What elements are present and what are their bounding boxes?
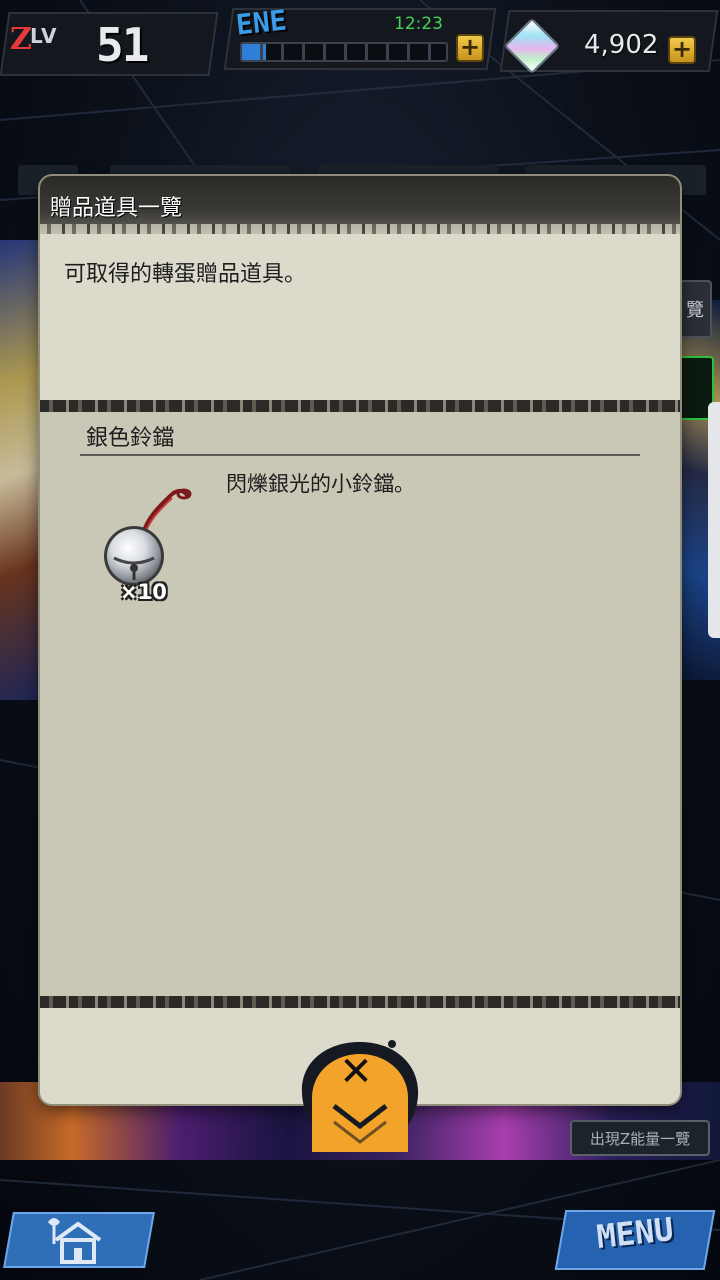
side-tab-label: 覽 bbox=[686, 300, 704, 321]
modal-description-area: 可取得的轉蛋贈品道具。 bbox=[40, 234, 680, 400]
energy-timer: 12:23 bbox=[394, 14, 443, 34]
item-quantity: ×10 bbox=[120, 580, 167, 604]
side-tab-list[interactable]: 覽 bbox=[678, 280, 712, 338]
close-button[interactable]: ✕ bbox=[294, 1034, 426, 1154]
energy-plus-button[interactable]: + bbox=[456, 34, 484, 62]
stones-count: 4,902 bbox=[584, 30, 659, 60]
close-icon: ✕ bbox=[339, 1049, 373, 1095]
z-power-list-label: 出現Z能量一覽 bbox=[589, 1129, 691, 1148]
home-icon bbox=[48, 1218, 102, 1264]
item-description: 閃爍銀光的小鈴鐺。 bbox=[226, 472, 415, 496]
level-value: 51 bbox=[96, 18, 149, 72]
energy-label: ENE bbox=[234, 3, 289, 42]
modal-title: 贈品道具一覽 bbox=[50, 196, 183, 221]
item-list-panel[interactable]: 銀色鈴鐺 閃爍銀光的小鈴鐺。 ×10 bbox=[40, 412, 680, 996]
z-power-list-button[interactable]: 出現Z能量一覽 bbox=[570, 1120, 710, 1156]
modal-description: 可取得的轉蛋贈品道具。 bbox=[64, 262, 307, 287]
stones-plus-button[interactable]: + bbox=[668, 36, 696, 64]
item-name-underline bbox=[80, 454, 640, 456]
torn-divider-top bbox=[40, 400, 680, 412]
torn-divider-bottom bbox=[40, 996, 680, 1008]
silver-bell-icon bbox=[104, 488, 192, 586]
energy-bar bbox=[240, 42, 448, 62]
level-prefix: Z bbox=[10, 22, 32, 57]
level-label: LV bbox=[30, 24, 58, 48]
item-name: 銀色鈴鐺 bbox=[86, 426, 175, 451]
side-white-panel bbox=[708, 402, 720, 638]
energy-bar-segments bbox=[242, 44, 446, 60]
modal-header: 贈品道具一覽 bbox=[40, 176, 680, 234]
gift-items-modal: 贈品道具一覽 可取得的轉蛋贈品道具。 銀色鈴鐺 閃爍銀光的小鈴鐺。 ×10 bbox=[40, 176, 680, 1104]
